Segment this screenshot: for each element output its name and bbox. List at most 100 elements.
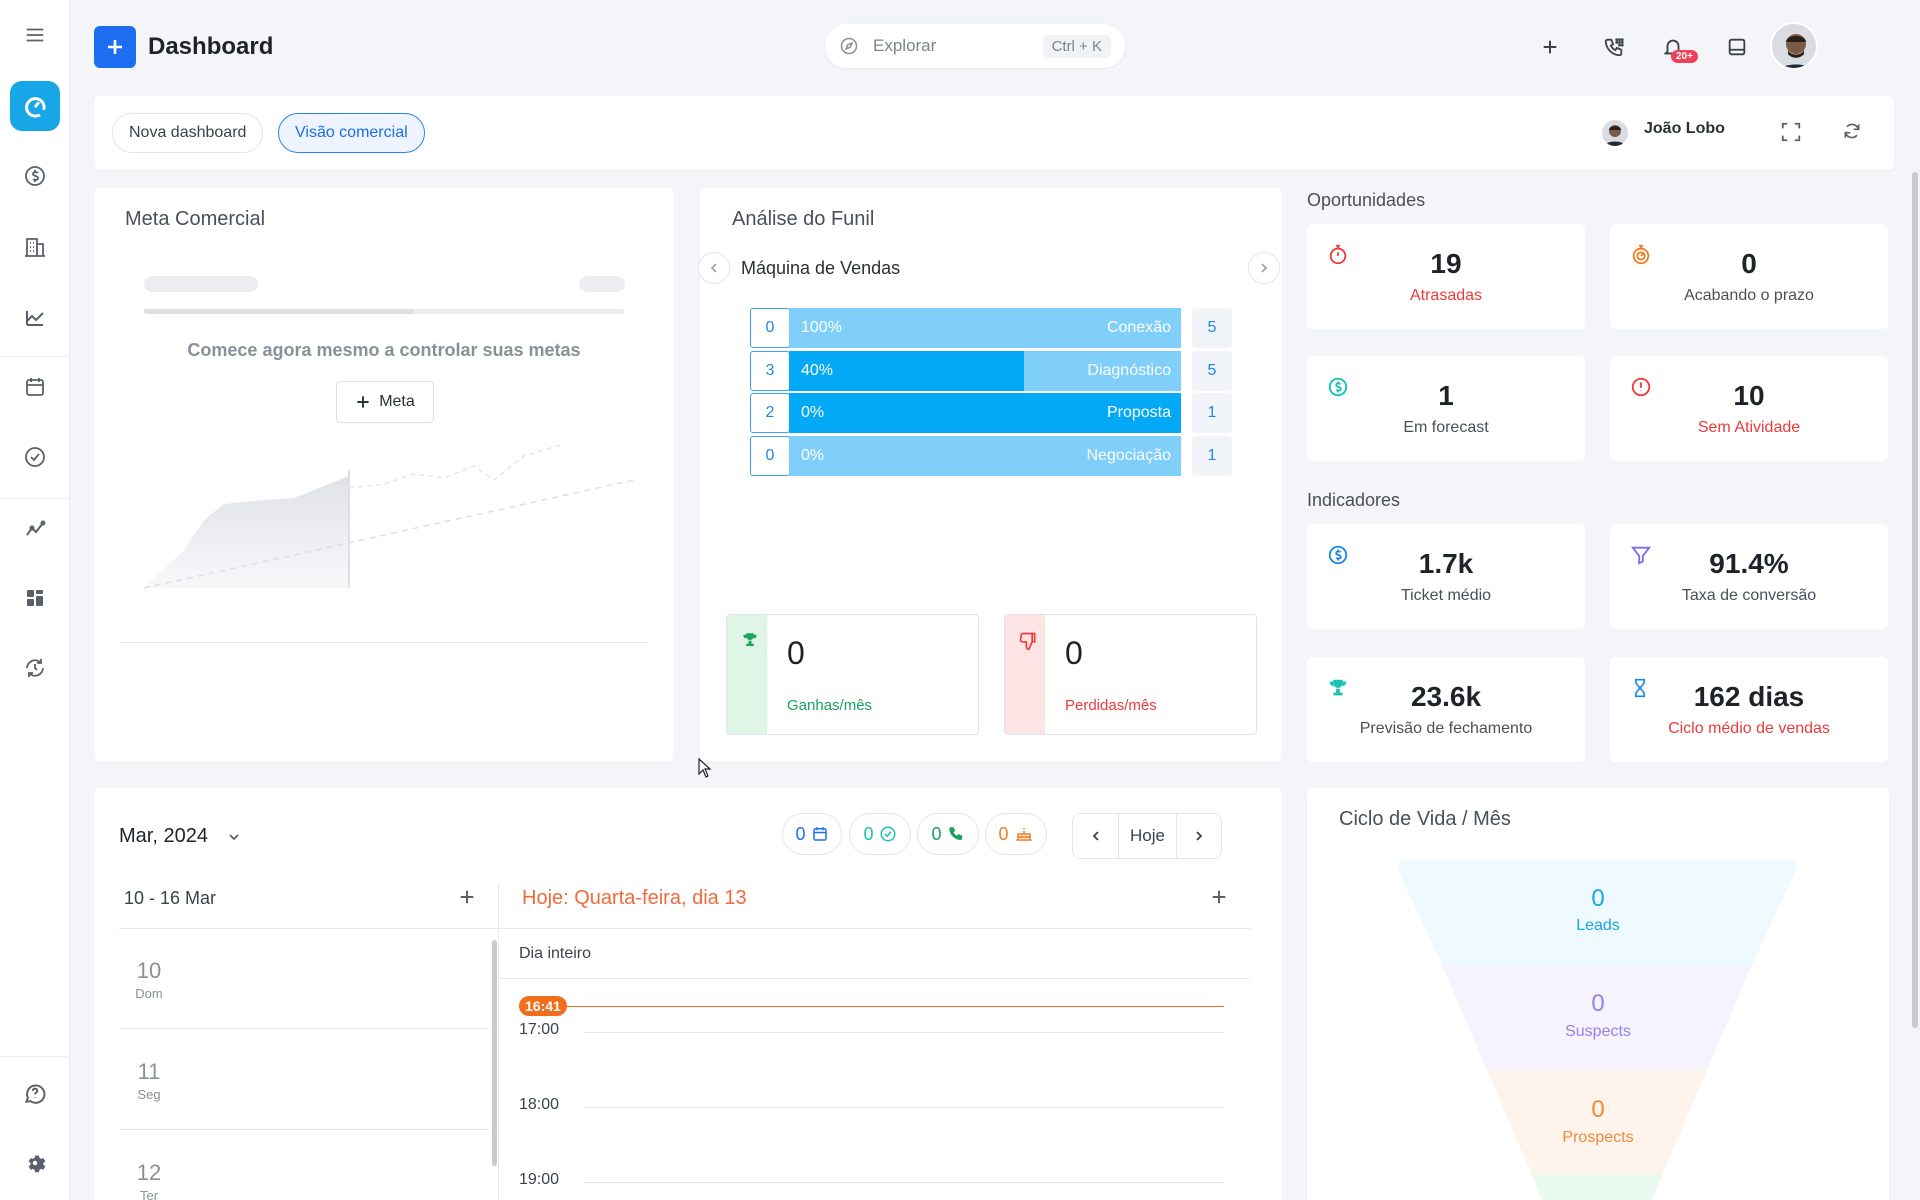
sidebar-item-analytics[interactable]: [10, 503, 60, 553]
stage-name: Conexão: [1106, 319, 1171, 336]
chip-events[interactable]: 0: [782, 813, 842, 855]
dashboard-owner-name[interactable]: João Lobo: [1644, 120, 1725, 138]
sidebar-item-calendar[interactable]: [10, 362, 60, 412]
bell-icon[interactable]: 20+: [1656, 30, 1698, 64]
chip-calls[interactable]: 0: [917, 813, 979, 855]
stat-atrasadas[interactable]: 19 Atrasadas: [1307, 224, 1585, 329]
stage-bar[interactable]: 0% Negociação: [789, 436, 1181, 476]
pipeline-name[interactable]: Máquina de Vendas: [741, 258, 900, 279]
page-title: Dashboard: [148, 33, 274, 60]
section-title-oportunidades: Oportunidades: [1307, 190, 1426, 210]
add-meta-button[interactable]: Meta: [336, 381, 434, 423]
week-range: 10 - 16 Mar: [124, 888, 217, 908]
divider: [119, 642, 649, 643]
stage-total[interactable]: 1: [1192, 436, 1232, 476]
day-number[interactable]: 11: [119, 1059, 179, 1085]
sidebar-item-dashboard[interactable]: [10, 81, 60, 131]
stage-percent: 0%: [801, 404, 825, 421]
stage-count[interactable]: 0: [750, 436, 790, 476]
sidebar-item-widgets[interactable]: [10, 573, 60, 623]
sidebar-item-settings[interactable]: [10, 1138, 60, 1188]
stage-total[interactable]: 1: [1192, 393, 1232, 433]
stage-total[interactable]: 5: [1192, 308, 1232, 348]
sidebar-divider: [0, 1056, 70, 1057]
day-number[interactable]: 10: [119, 958, 179, 984]
current-time-line: [564, 1006, 1224, 1007]
sidebar-item-automation[interactable]: [10, 643, 60, 693]
hour-label: 18:00: [519, 1096, 560, 1113]
day-number[interactable]: 12: [119, 1160, 179, 1186]
lifecycle-leads-label[interactable]: Leads: [1307, 917, 1889, 935]
compass-icon: [839, 36, 859, 56]
scrollbar[interactable]: [492, 940, 497, 1166]
create-button[interactable]: [94, 26, 136, 68]
placeholder-chart-icon: [144, 443, 634, 589]
sidebar-divider: [0, 356, 70, 357]
stat-ciclo-medio[interactable]: 162 dias Ciclo médio de vendas: [1610, 657, 1888, 762]
add-week-event-icon[interactable]: [458, 888, 476, 906]
stat-ticket-medio[interactable]: 1.7k Ticket médio: [1307, 524, 1585, 629]
stage-percent: 0%: [801, 447, 825, 464]
next-week-button[interactable]: [1177, 814, 1221, 858]
tab-nova-dashboard[interactable]: Nova dashboard: [112, 113, 264, 153]
stage-bar[interactable]: 0% Proposta: [789, 393, 1181, 433]
stage-total[interactable]: 5: [1192, 351, 1232, 391]
prev-pipeline-button[interactable]: [698, 252, 730, 284]
fullscreen-icon[interactable]: [1780, 121, 1802, 143]
add-icon[interactable]: [1533, 30, 1567, 64]
sidebar-item-sales[interactable]: [10, 151, 60, 201]
placeholder-progress: [144, 309, 624, 314]
stat-previsao-fechamento[interactable]: 23.6k Previsão de fechamento: [1307, 657, 1585, 762]
analise-funil-card: Análise do Funil Máquina de Vendas 0 100%…: [698, 188, 1282, 762]
lost-deals-card[interactable]: 0 Perdidas/mês: [1004, 614, 1257, 735]
stat-em-forecast[interactable]: 1 Em forecast: [1307, 356, 1585, 461]
stage-bar[interactable]: 40% Diagnóstico: [789, 351, 1181, 391]
lifecycle-suspects-label[interactable]: Suspects: [1307, 1023, 1889, 1041]
next-pipeline-button[interactable]: [1248, 252, 1280, 284]
stage-percent: 40%: [801, 362, 834, 379]
stat-taxa-conversao[interactable]: 91.4% Taxa de conversão: [1610, 524, 1888, 629]
stage-count[interactable]: 3: [750, 351, 790, 391]
chip-tasks[interactable]: 0: [849, 813, 911, 855]
chevron-down-icon: [228, 834, 239, 840]
chevron-left-icon: [710, 263, 717, 273]
menu-toggle-button[interactable]: [10, 10, 60, 60]
month-selector[interactable]: Mar, 2024: [119, 825, 240, 848]
phone-dialpad-icon[interactable]: [1597, 30, 1631, 64]
day-name: Ter: [139, 1188, 159, 1200]
all-day-label: Dia inteiro: [519, 945, 592, 962]
meta-comercial-card: Meta Comercial Comece agora mesmo a cont…: [94, 188, 674, 762]
lifecycle-prospects-value: 0: [1591, 1096, 1605, 1123]
sidebar-item-companies[interactable]: [10, 222, 60, 272]
calendar-card: Mar, 2024 0 0 0 0 Hoje 10 - 16 Mar 10 Do…: [94, 788, 1282, 1200]
refresh-icon[interactable]: [1842, 121, 1862, 141]
today-button[interactable]: Hoje: [1119, 814, 1177, 858]
stage-count[interactable]: 0: [750, 308, 790, 348]
tab-visao-comercial[interactable]: Visão comercial: [278, 113, 425, 153]
stage-bar[interactable]: 100% Conexão: [789, 308, 1181, 348]
page-scrollbar[interactable]: [1912, 172, 1918, 1028]
sidebar-item-help[interactable]: [10, 1068, 60, 1118]
chevron-right-icon: [1196, 831, 1203, 841]
stat-sem-atividade[interactable]: 10 Sem Atividade: [1610, 356, 1888, 461]
stage-count[interactable]: 2: [750, 393, 790, 433]
lifecycle-leads-value: 0: [1591, 885, 1605, 912]
won-deals-card[interactable]: 0 Ganhas/mês: [726, 614, 979, 735]
prev-week-button[interactable]: [1073, 814, 1119, 858]
add-day-event-icon[interactable]: [1210, 888, 1228, 906]
inbox-icon[interactable]: [1720, 30, 1754, 64]
empty-state-text: Comece agora mesmo a controlar suas meta…: [187, 340, 581, 360]
phone-icon: [948, 827, 962, 840]
sidebar-item-tasks[interactable]: [10, 432, 60, 482]
search-input[interactable]: Explorar Ctrl + K: [825, 24, 1125, 68]
stat-acabando-prazo[interactable]: 0 Acabando o prazo: [1610, 224, 1888, 329]
stage-name: Diagnóstico: [1087, 362, 1171, 379]
mouse-cursor-icon: [698, 758, 712, 778]
avatar[interactable]: [1770, 22, 1818, 70]
chevron-right-icon: [1261, 263, 1268, 273]
chip-birthdays[interactable]: 0: [985, 813, 1047, 855]
top-bar: Dashboard Explorar Ctrl + K 20+: [70, 0, 1920, 94]
lifecycle-prospects-label[interactable]: Prospects: [1307, 1129, 1889, 1147]
lost-deals-label: Perdidas/mês: [1065, 697, 1157, 714]
sidebar-item-reports[interactable]: [10, 292, 60, 342]
